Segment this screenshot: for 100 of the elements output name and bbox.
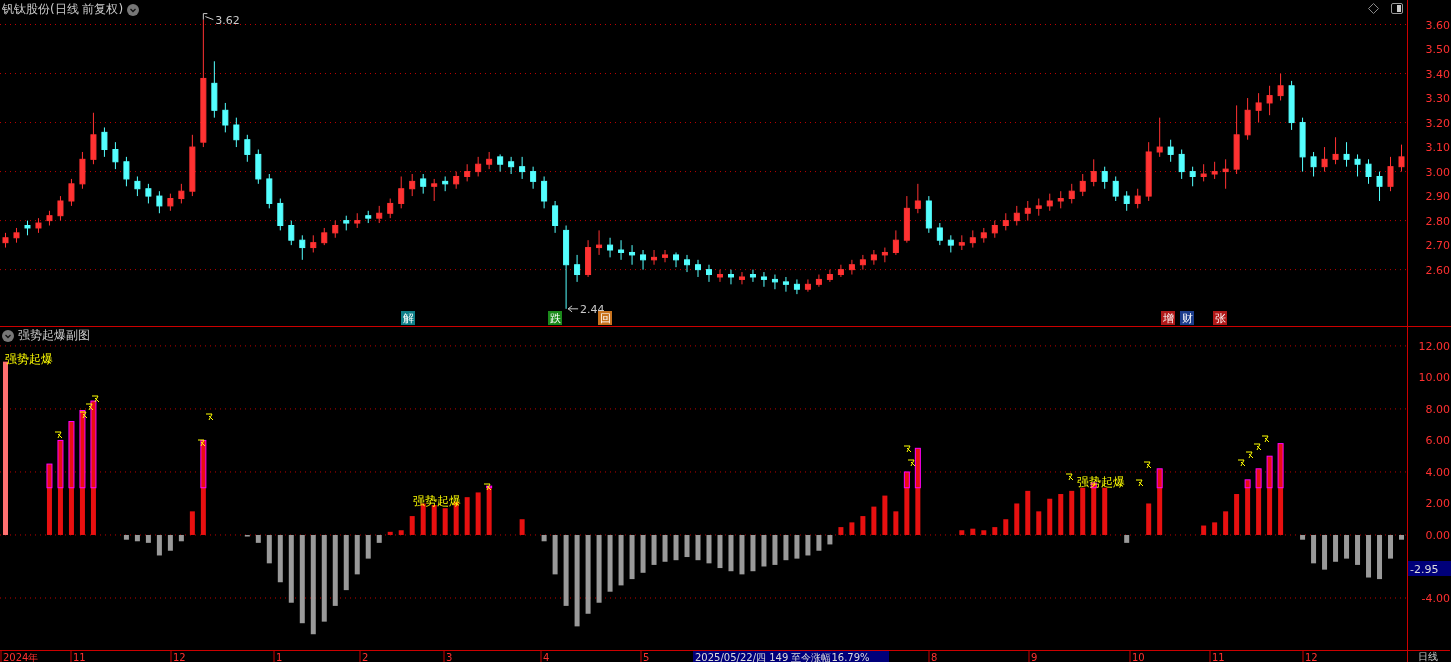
bar: [145, 534, 151, 543]
indicator-axis-label: 4.00: [1425, 465, 1450, 479]
candlestick: [1156, 117, 1163, 158]
candlestick: [1211, 161, 1218, 180]
bar: [541, 534, 547, 542]
candlestick: [1057, 190, 1064, 209]
high-marker-arrow: [202, 13, 214, 21]
bar: [519, 519, 525, 535]
dropdown-icon[interactable]: [127, 3, 140, 16]
bar: [684, 534, 690, 558]
indicator-axis-label: 12.00: [1418, 339, 1450, 353]
candlestick: [299, 234, 306, 261]
chart-title: 钒钛股份(日线 前复权): [2, 1, 124, 18]
bar: [816, 534, 822, 551]
candlestick: [519, 156, 526, 180]
price-axis-label: 3.00: [1425, 165, 1450, 179]
candlestick: [991, 220, 998, 239]
candlestick: [607, 237, 614, 258]
candlestick: [629, 244, 636, 266]
bar: [871, 506, 877, 535]
bar: [849, 522, 855, 535]
candlestick: [134, 175, 141, 197]
bar: [1223, 511, 1229, 535]
candlestick: [233, 117, 240, 148]
candlestick: [101, 126, 108, 158]
date-readout: 2025/05/22/四 149 至今涨幅16.79%: [693, 651, 889, 662]
bar: [992, 527, 998, 535]
signal-badge: 增: [1161, 311, 1175, 325]
bar: [1212, 522, 1218, 535]
bar: [662, 534, 668, 562]
bar: [640, 534, 646, 573]
candlestick: [1398, 144, 1405, 173]
candlestick: [343, 215, 350, 231]
time-axis-label: 2024年: [3, 652, 39, 662]
panel-toggle-icon[interactable]: [1391, 3, 1403, 14]
candlestick: [1167, 139, 1174, 163]
bar: [750, 534, 756, 572]
price-axis-label: 3.30: [1425, 92, 1450, 106]
candlestick: [673, 251, 680, 268]
bar: [563, 534, 569, 606]
candlestick: [870, 249, 877, 266]
candlestick: [1189, 166, 1196, 187]
candlestick: [156, 190, 163, 214]
signal-tick-icon: [1065, 473, 1074, 481]
candlestick: [112, 141, 119, 170]
bar: [1322, 534, 1328, 570]
candlestick: [1134, 188, 1141, 209]
dropdown-icon[interactable]: [2, 329, 14, 342]
candlestick: [1343, 141, 1350, 168]
candlestick: [1299, 117, 1306, 173]
candlestick: [123, 156, 130, 187]
candlestick: [497, 153, 504, 173]
candlestick: [596, 229, 603, 256]
candlestick: [13, 227, 20, 244]
candlestick: [1365, 158, 1372, 185]
bar: [1146, 503, 1152, 535]
candlestick: [936, 222, 943, 246]
bar: [288, 534, 294, 603]
candlestick: [969, 229, 976, 249]
signal-tick-icon: [1143, 461, 1152, 469]
bar: [717, 534, 723, 569]
bar: [860, 516, 866, 535]
time-axis-label: 5: [643, 652, 650, 662]
candlestick: [760, 271, 767, 288]
signal-tick-icon: [197, 439, 206, 447]
bar: [332, 534, 338, 606]
bar: [475, 492, 481, 535]
bar: [431, 505, 437, 535]
candlestick: [793, 278, 800, 295]
candlestick: [1233, 104, 1240, 175]
bar: [1234, 494, 1240, 535]
candlestick: [464, 163, 471, 182]
price-axis-label: 3.20: [1425, 116, 1450, 130]
signal-tick-icon: [907, 459, 916, 467]
candlestick: [266, 173, 273, 209]
candlestick: [321, 227, 328, 246]
bar: [189, 511, 195, 535]
candlestick: [749, 269, 756, 283]
bar: [882, 495, 888, 535]
candlestick: [958, 234, 965, 251]
candlestick: [1288, 80, 1295, 131]
candlestick: [200, 19, 207, 148]
bar: [134, 534, 140, 542]
bar: [904, 471, 910, 535]
candlestick: [706, 264, 712, 283]
candlestick: [145, 183, 152, 204]
bar: [893, 511, 899, 535]
bar: [1047, 498, 1053, 535]
signal-badge: 回: [598, 311, 612, 325]
candlestick: [574, 254, 581, 283]
candlestick: [1266, 85, 1273, 116]
signal-label: 强势起爆: [1077, 475, 1125, 489]
time-axis-label: 12: [173, 652, 186, 662]
candlestick: [782, 276, 789, 293]
bar: [376, 534, 382, 543]
signal-badge: 跌: [548, 311, 562, 325]
candlestick: [541, 175, 548, 209]
diamond-icon[interactable]: [1368, 3, 1379, 14]
candlestick: [354, 212, 361, 229]
candlestick: [695, 259, 701, 278]
